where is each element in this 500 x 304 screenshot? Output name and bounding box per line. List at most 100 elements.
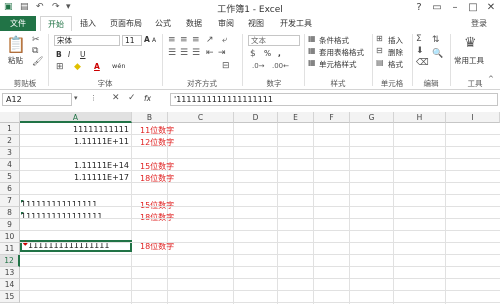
number-format-select[interactable]: 文本 — [248, 35, 300, 46]
wrap-text-icon[interactable]: ⤶ — [222, 35, 227, 45]
column-header-b[interactable]: B — [132, 112, 168, 123]
enter-icon[interactable]: ✓ — [128, 93, 136, 103]
align-middle-icon[interactable]: ≡ — [180, 35, 188, 45]
close-icon[interactable]: ✕ — [482, 1, 500, 14]
name-box-dropdown-icon[interactable]: ▾ — [74, 94, 78, 102]
tab-formulas[interactable]: 公式 — [150, 16, 176, 31]
row-header-14[interactable]: 14 — [0, 279, 20, 291]
column-header-f[interactable]: F — [314, 112, 350, 123]
fill-color-icon[interactable]: ◆ — [74, 62, 81, 72]
tab-view[interactable]: 视图 — [242, 16, 270, 31]
ribbon-display-icon[interactable]: ▭ — [428, 1, 446, 14]
row-header-11[interactable]: 11 — [0, 243, 20, 255]
format-painter-icon[interactable]: 🖌 — [32, 57, 43, 67]
collapse-ribbon-icon[interactable]: ^ — [488, 75, 494, 83]
column-header-i[interactable]: I — [446, 112, 500, 123]
font-name-select[interactable]: 宋体 — [54, 35, 120, 46]
cell-a2[interactable]: 1.11111E+11 — [21, 137, 129, 146]
tab-developer[interactable]: 开发工具 — [274, 16, 318, 31]
increase-decimal-icon[interactable]: .0→ — [252, 62, 265, 70]
sort-filter-icon[interactable]: ⇅ — [432, 35, 440, 45]
insert-cells-button[interactable]: 插入 — [388, 35, 403, 46]
align-top-icon[interactable]: ≡ — [168, 35, 176, 45]
decrease-indent-icon[interactable]: ⇤ — [206, 48, 214, 58]
formula-bar-grip-icon[interactable]: ⋮ — [90, 94, 97, 102]
row-header-8[interactable]: 8 — [0, 207, 20, 219]
tab-data[interactable]: 数据 — [180, 16, 208, 31]
align-bottom-icon[interactable]: ≡ — [192, 35, 200, 45]
row-header-7[interactable]: 7 — [0, 195, 20, 207]
row-header-9[interactable]: 9 — [0, 219, 20, 231]
cell-a5[interactable]: 1.11111E+17 — [21, 173, 129, 182]
align-right-icon[interactable]: ☰ — [192, 48, 200, 58]
tab-review[interactable]: 审阅 — [212, 16, 240, 31]
row-header-2[interactable]: 2 — [0, 135, 20, 147]
row-header-6[interactable]: 6 — [0, 183, 20, 195]
insert-function-button[interactable]: fx — [144, 94, 151, 103]
column-header-d[interactable]: D — [234, 112, 278, 123]
format-as-table-button[interactable]: 套用表格格式 — [319, 47, 364, 58]
tab-page-layout[interactable]: 页面布局 — [104, 16, 148, 31]
column-header-e[interactable]: E — [278, 112, 314, 123]
row-header-10[interactable]: 10 — [0, 231, 20, 243]
align-center-icon[interactable]: ☰ — [180, 48, 188, 58]
grow-font-icon[interactable]: A — [144, 35, 150, 44]
copy-icon[interactable]: ⧉ — [32, 46, 38, 56]
column-header-h[interactable]: H — [394, 112, 446, 123]
row-header-13[interactable]: 13 — [0, 267, 20, 279]
fill-icon[interactable]: ⬇ — [416, 46, 424, 56]
row-header-1[interactable]: 1 — [0, 123, 20, 135]
cut-icon[interactable]: ✂ — [32, 35, 40, 45]
spreadsheet-grid[interactable]: A B C D E F G H I 11111111111 11位数字 1.11… — [0, 112, 500, 304]
percent-button[interactable]: % — [264, 49, 271, 58]
row-header-12[interactable]: 12 — [0, 255, 20, 267]
phonetic-button[interactable]: wén — [112, 62, 125, 70]
decrease-decimal-icon[interactable]: .00← — [272, 62, 289, 70]
bold-button[interactable]: B — [56, 50, 62, 59]
increase-indent-icon[interactable]: ⇥ — [218, 48, 226, 58]
minimize-icon[interactable]: – — [446, 1, 464, 14]
comma-button[interactable]: , — [278, 49, 281, 58]
tab-file[interactable]: 文件 — [0, 16, 36, 31]
cell-a4[interactable]: 1.11111E+14 — [21, 161, 129, 170]
conditional-formatting-button[interactable]: 条件格式 — [319, 35, 349, 46]
delete-cells-button[interactable]: 删除 — [388, 47, 403, 58]
tab-insert[interactable]: 插入 — [74, 16, 102, 31]
cell-a9[interactable]: 1111111111111111 — [21, 212, 131, 221]
row-header-4[interactable]: 4 — [0, 159, 20, 171]
row-header-3[interactable]: 3 — [0, 147, 20, 159]
cell-a8[interactable]: 111111111111111 — [21, 200, 131, 209]
row-header-5[interactable]: 5 — [0, 171, 20, 183]
orientation-icon[interactable]: ↗ — [206, 35, 214, 45]
paste-icon[interactable]: 📋 — [6, 35, 26, 54]
font-color-button[interactable]: A — [94, 62, 100, 71]
clear-icon[interactable]: ⌫ — [416, 58, 429, 68]
column-header-a[interactable]: A — [20, 112, 132, 123]
shrink-font-icon[interactable]: A — [152, 37, 156, 44]
column-header-c[interactable]: C — [168, 112, 234, 123]
cell-styles-button[interactable]: 单元格样式 — [319, 59, 357, 70]
select-all-corner[interactable] — [0, 112, 20, 123]
paste-label[interactable]: 粘贴 — [8, 55, 23, 66]
format-cells-button[interactable]: 格式 — [388, 59, 403, 70]
login-link[interactable]: 登录 — [462, 16, 496, 31]
name-box[interactable]: A12 — [2, 93, 72, 106]
cell-a1[interactable]: 11111111111 — [21, 125, 129, 134]
find-select-icon[interactable]: 🔍 — [432, 49, 443, 59]
borders-icon[interactable]: ⊞ — [56, 62, 64, 72]
font-size-select[interactable]: 11 — [122, 35, 142, 46]
column-header-g[interactable]: G — [350, 112, 394, 123]
common-tools-button[interactable]: 常用工具 — [454, 55, 484, 66]
row-header-15[interactable]: 15 — [0, 291, 20, 303]
merge-center-icon[interactable]: ⊟ — [222, 61, 230, 71]
align-left-icon[interactable]: ☰ — [168, 48, 176, 58]
maximize-icon[interactable]: □ — [464, 1, 482, 14]
help-icon[interactable]: ? — [410, 1, 428, 14]
underline-button[interactable]: U — [80, 50, 86, 59]
chef-hat-icon[interactable]: ♛ — [464, 35, 477, 51]
formula-input[interactable]: '1111111111111111111 — [170, 93, 498, 106]
cancel-icon[interactable]: ✕ — [112, 93, 120, 103]
autosum-icon[interactable]: Σ — [416, 34, 422, 44]
italic-button[interactable]: I — [68, 50, 70, 59]
accounting-format-icon[interactable]: $ — [250, 49, 256, 59]
